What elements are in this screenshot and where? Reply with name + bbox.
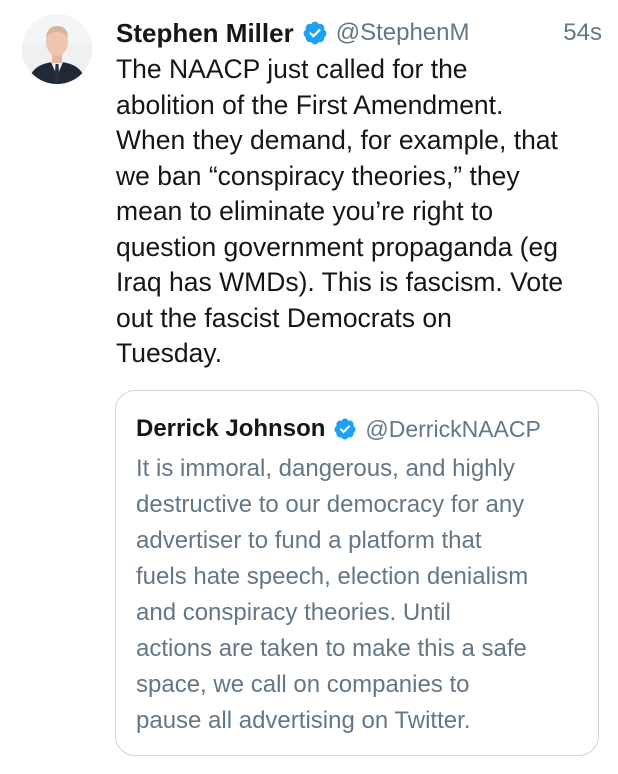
- avatar-photo-icon: [22, 14, 92, 84]
- quoted-author-handle: @DerrickNAACP: [365, 415, 541, 442]
- tweet[interactable]: Stephen Miller @StephenM 54s The NAACP j…: [0, 0, 618, 774]
- tweet-text: The NAACP just called for the abolition …: [116, 54, 564, 368]
- quoted-tweet-text: It is immoral, dangerous, and highly des…: [136, 455, 529, 734]
- quoted-author-name: Derrick Johnson: [136, 415, 326, 442]
- tweet-header: Stephen Miller @StephenM 54s: [116, 16, 602, 50]
- quoted-tweet-card[interactable]: Derrick Johnson @DerrickNAACP It is immo…: [115, 390, 599, 756]
- author-handle[interactable]: @StephenM: [336, 19, 470, 47]
- author-name[interactable]: Stephen Miller: [116, 18, 294, 49]
- tweet-timestamp[interactable]: 54s: [563, 19, 602, 47]
- quoted-tweet-header: Derrick Johnson @DerrickNAACP: [136, 413, 584, 445]
- quoted-verified-badge-icon: [333, 417, 357, 441]
- author-avatar[interactable]: [22, 14, 92, 84]
- verified-badge-icon: [302, 20, 328, 46]
